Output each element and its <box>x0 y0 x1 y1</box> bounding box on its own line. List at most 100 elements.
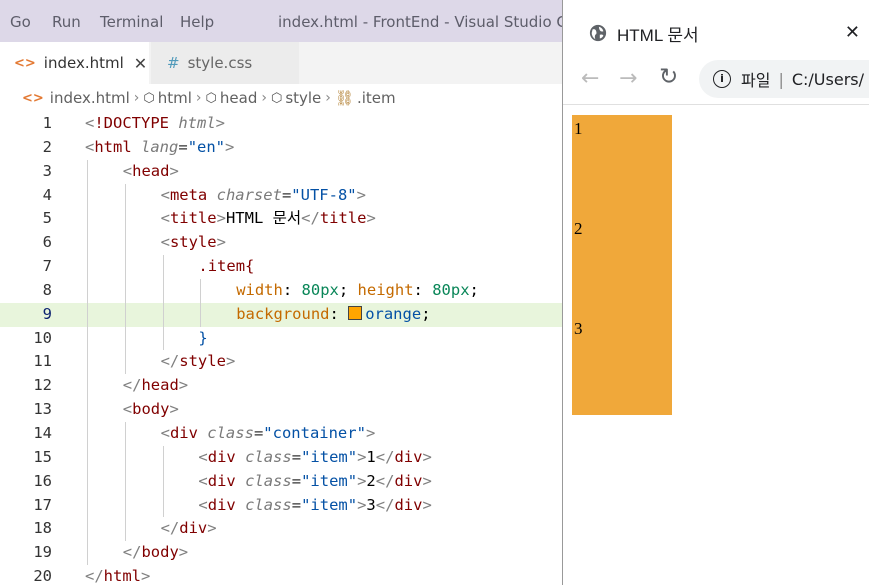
indent-guide <box>87 398 88 422</box>
line-number: 11 <box>33 352 52 371</box>
code-text: <div class="item">1</div> <box>198 447 432 466</box>
indent-guide <box>124 207 126 232</box>
line-number: 4 <box>42 185 52 204</box>
code-line[interactable]: 3 <head> <box>0 159 562 184</box>
url-separator: | <box>778 69 784 89</box>
menu-go[interactable]: Go <box>10 13 31 31</box>
cube-icon: ⬡ <box>143 90 155 106</box>
cube-icon: ⬡ <box>270 90 283 106</box>
item-box: 2 <box>572 215 672 315</box>
indent-guide <box>87 541 88 566</box>
menu-help[interactable]: Help <box>180 13 214 31</box>
line-number: 20 <box>33 567 52 585</box>
item-box: 3 <box>572 315 672 415</box>
browser-tab[interactable]: HTML 문서 ✕ <box>563 10 869 56</box>
breadcrumb-item-style[interactable]: style <box>285 89 321 107</box>
breadcrumb-item-file[interactable]: index.html <box>50 89 130 107</box>
css-selector-icon: ⛓ <box>334 89 354 107</box>
code-text: <div class="item">3</div> <box>198 495 432 514</box>
line-number: 14 <box>33 423 52 442</box>
indent-guide <box>124 231 126 256</box>
indent-guide <box>87 517 88 542</box>
code-text: background: orange; <box>236 304 431 323</box>
code-line[interactable]: 17 <div class="item">3</div> <box>0 493 562 518</box>
indent-guide <box>87 445 88 470</box>
code-line[interactable]: 18 </div> <box>0 517 562 542</box>
indent-guide <box>87 159 88 184</box>
editor-tab-bar: <> index.html ✕ # style.css <box>0 42 562 84</box>
code-line[interactable]: 7 .item{ <box>0 255 562 279</box>
tab-index-html[interactable]: <> index.html ✕ <box>0 42 149 84</box>
code-line[interactable]: 6 <style> <box>0 231 562 256</box>
indent-guide <box>124 445 126 470</box>
code-text: </body> <box>122 543 189 562</box>
code-line[interactable]: 15 <div class="item">1</div> <box>0 445 562 470</box>
code-line[interactable]: 19 </body> <box>0 541 562 566</box>
color-swatch-icon[interactable] <box>348 305 363 320</box>
breadcrumb-item-selector[interactable]: .item <box>357 89 396 107</box>
code-line[interactable]: 8 width: 80px; height: 80px; <box>0 278 562 303</box>
code-text: </head> <box>122 376 189 395</box>
code-line[interactable]: 16 <div class="item">2</div> <box>0 469 562 494</box>
code-text: <!DOCTYPE html> <box>85 114 226 132</box>
forward-arrow-icon[interactable]: → <box>619 66 637 91</box>
chevron-right-icon: › <box>261 90 267 106</box>
window-title: index.html - FrontEnd - Visual Studio Co… <box>278 13 562 31</box>
indent-guide <box>162 326 164 351</box>
page-viewport: 1 2 3 <box>563 104 869 586</box>
code-text: </html> <box>85 567 151 585</box>
breadcrumb-item-html[interactable]: html <box>158 89 192 107</box>
code-line[interactable]: 13 <body> <box>0 398 562 422</box>
indent-guide <box>87 207 88 232</box>
line-number: 19 <box>33 543 52 562</box>
vscode-window: Go Run Terminal Help index.html - FrontE… <box>0 0 562 585</box>
code-line[interactable]: 11 </style> <box>0 350 562 375</box>
globe-icon <box>589 24 607 42</box>
line-number: 13 <box>33 400 52 419</box>
code-line[interactable]: 20 </html> <box>0 565 562 585</box>
menu-terminal[interactable]: Terminal <box>100 13 163 31</box>
code-line[interactable]: 10} <box>0 326 562 351</box>
browser-toolbar: ← → ↻ i 파일 | C:/Users/ <box>563 56 869 102</box>
line-number: 10 <box>33 328 52 347</box>
reload-icon[interactable]: ↻ <box>659 64 678 90</box>
indent-guide <box>87 421 88 446</box>
html-file-icon: <> <box>22 90 44 106</box>
code-text: width: 80px; height: 80px; <box>236 280 479 299</box>
code-line[interactable]: 14 <div class="container"> <box>0 421 562 446</box>
code-text: } <box>198 328 208 347</box>
tab-label: index.html <box>43 54 124 72</box>
breadcrumb-item-head[interactable]: head <box>220 89 257 107</box>
line-number: 15 <box>33 447 52 466</box>
code-editor[interactable]: 1 <!DOCTYPE html> 2 <html lang="en"> 3 <head>… <box>0 112 562 585</box>
code-line[interactable]: 12 </head> <box>0 374 562 399</box>
item-label: 2 <box>574 219 583 238</box>
code-line[interactable]: 9 background: orange; <box>0 302 562 327</box>
close-icon[interactable]: ✕ <box>845 22 860 43</box>
info-icon[interactable]: i <box>713 70 731 88</box>
indent-guide <box>162 445 164 470</box>
code-line[interactable]: 1 <!DOCTYPE html> <box>0 112 562 136</box>
code-text: <body> <box>122 400 179 419</box>
back-arrow-icon[interactable]: ← <box>581 66 599 91</box>
browser-tab-strip: HTML 문서 ✕ <box>563 0 869 56</box>
indent-guide <box>200 302 202 327</box>
indent-guide <box>124 517 126 542</box>
indent-guide <box>162 469 164 494</box>
line-number: 12 <box>33 376 52 395</box>
menu-run[interactable]: Run <box>52 13 81 31</box>
line-number: 7 <box>42 257 52 276</box>
code-line[interactable]: 2 <html lang="en"> <box>0 136 562 160</box>
indent-guide <box>124 302 126 327</box>
tab-style-css[interactable]: # style.css <box>151 42 299 84</box>
line-number: 9 <box>42 304 52 323</box>
indent-guide <box>124 255 126 279</box>
indent-guide <box>124 278 126 303</box>
close-icon[interactable]: ✕ <box>134 54 147 73</box>
chevron-right-icon: › <box>133 90 140 106</box>
code-line[interactable]: 4 <meta charset="UTF-8"> <box>0 183 562 208</box>
browser-tab-title: HTML 문서 <box>617 25 699 45</box>
indent-guide <box>87 326 88 351</box>
code-line[interactable]: 5 <title>HTML 문서</title> <box>0 207 562 232</box>
address-bar[interactable]: i 파일 | C:/Users/ <box>699 60 869 98</box>
